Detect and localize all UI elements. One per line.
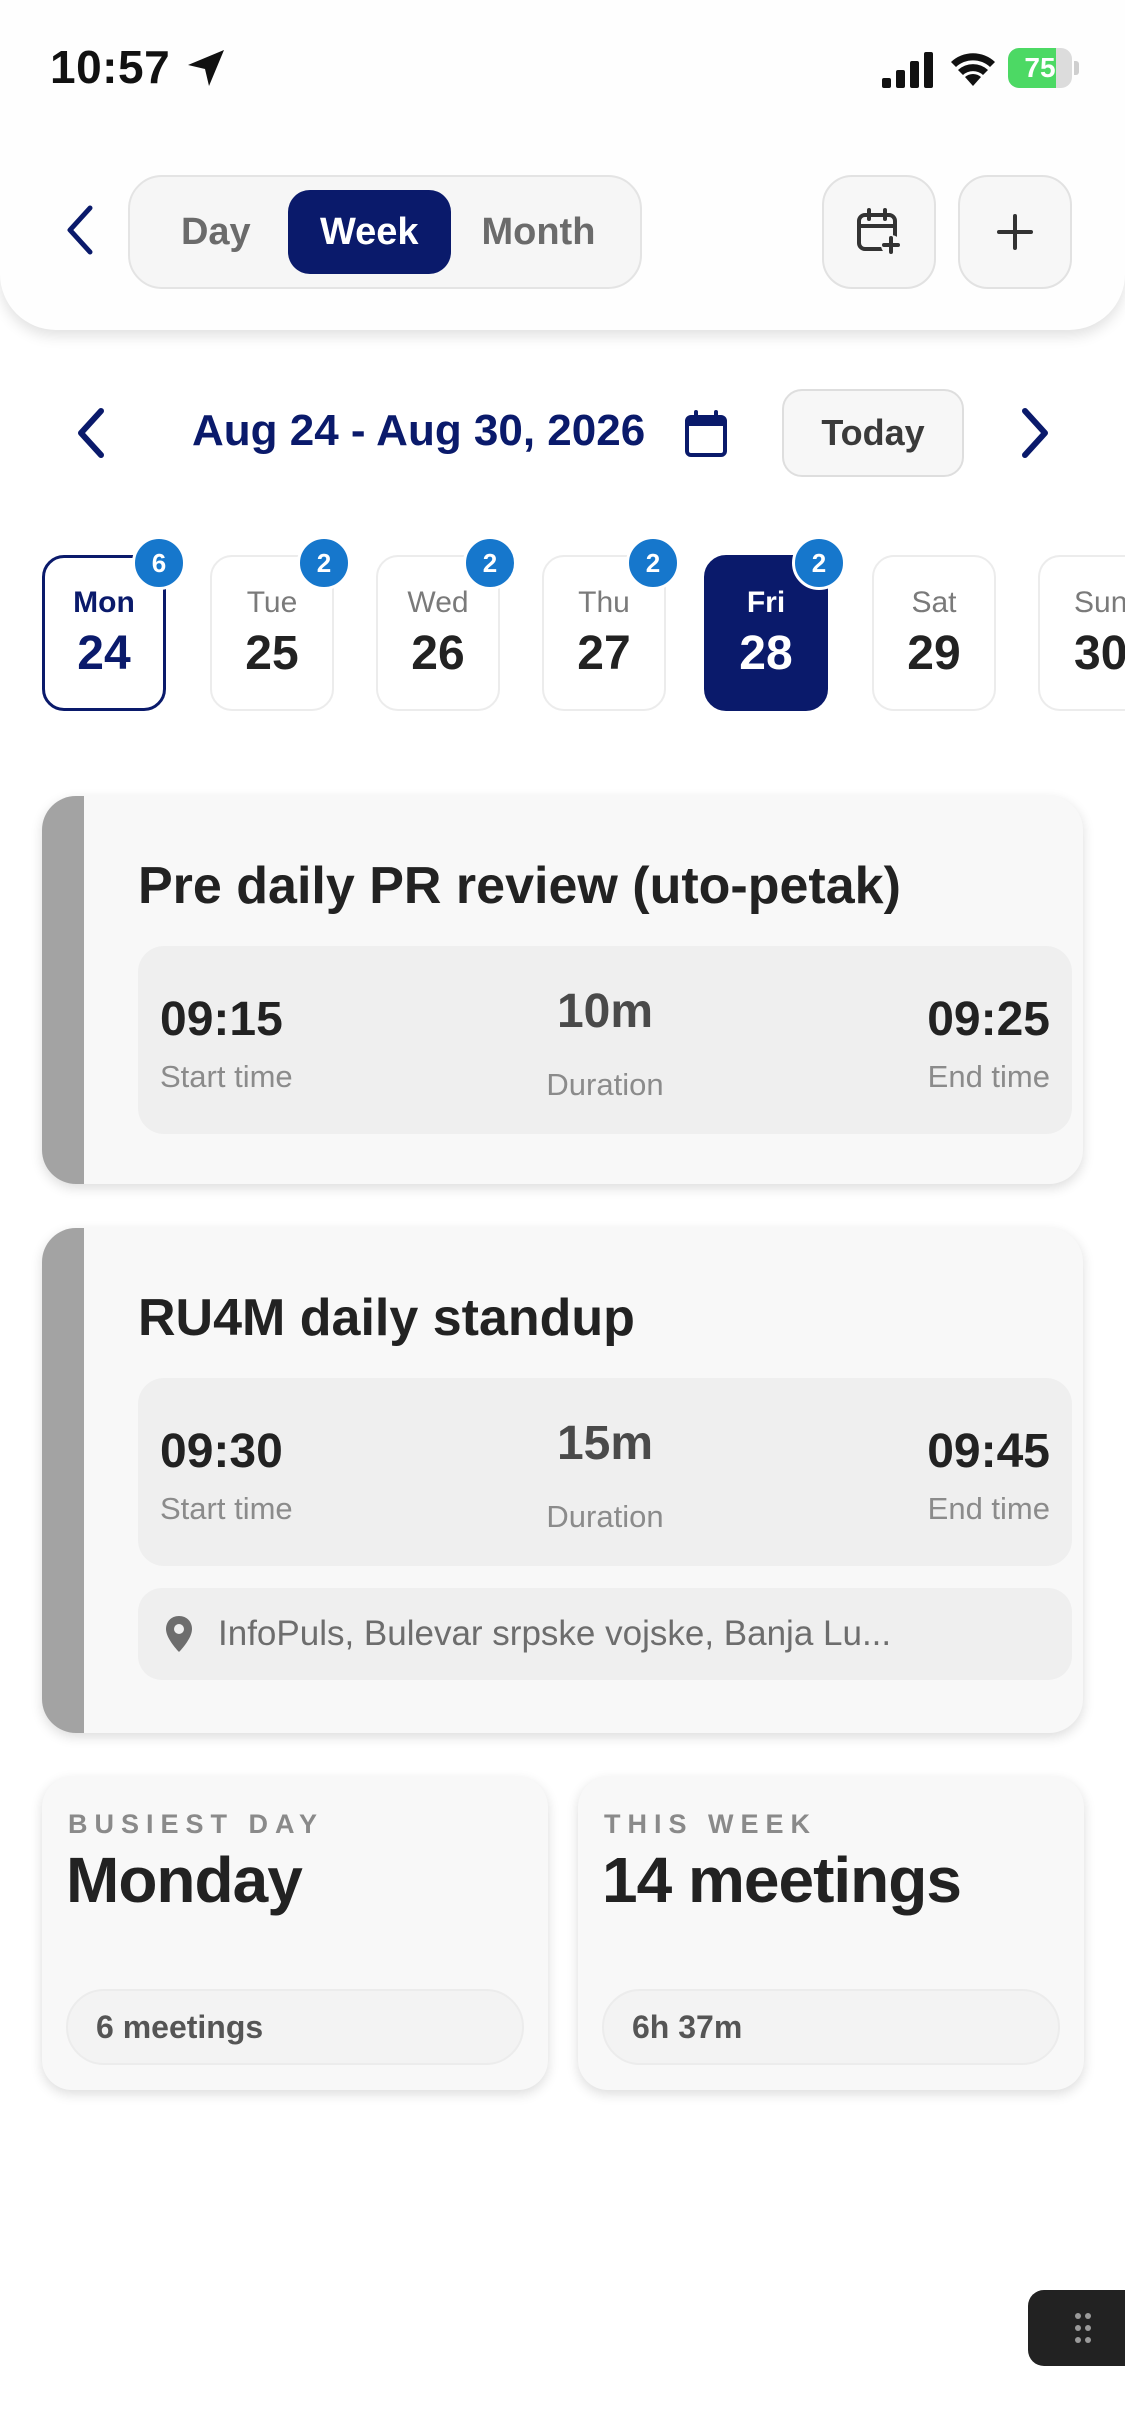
- meeting-count-badge: 2: [792, 536, 846, 590]
- day-chip-sat[interactable]: Sat 29: [872, 555, 996, 711]
- battery-charging-icon: 75: [1008, 48, 1080, 88]
- map-pin-icon: [166, 1616, 192, 1652]
- plus-icon: [997, 214, 1033, 250]
- previous-week-button[interactable]: [66, 400, 116, 466]
- day-name: Mon: [73, 585, 135, 619]
- day-name: Thu: [578, 585, 630, 619]
- calendar-icon[interactable]: [684, 410, 728, 458]
- day-name: Sun: [1074, 585, 1125, 619]
- event-time-box: 09:15 Start time 10m Duration 09:25 End …: [138, 946, 1072, 1134]
- day-name: Wed: [407, 585, 469, 619]
- end-time: 09:25: [927, 993, 1050, 1046]
- chevron-left-icon: [78, 408, 104, 458]
- end-time-label: End time: [927, 1491, 1050, 1526]
- next-week-button[interactable]: [1010, 400, 1060, 466]
- day-name: Fri: [746, 585, 786, 619]
- chevron-right-icon: [1022, 408, 1048, 458]
- calendar-add-icon: [857, 208, 901, 255]
- day-number: 30: [1074, 626, 1125, 680]
- drag-grip-icon: [1075, 2313, 1091, 2343]
- day-number: 26: [411, 626, 465, 680]
- stat-value: 14 meetings: [602, 1844, 962, 1916]
- stat-pill: 6h 37m: [602, 1989, 1060, 2065]
- meeting-count-badge: 2: [297, 536, 351, 590]
- meeting-count-badge: 2: [626, 536, 680, 590]
- event-color-bar: [42, 796, 84, 1184]
- floating-drag-handle[interactable]: [1028, 2290, 1125, 2366]
- add-to-calendar-button[interactable]: [822, 175, 936, 289]
- back-button[interactable]: [54, 200, 106, 260]
- stat-eyebrow: THIS WEEK: [604, 1809, 818, 1839]
- event-location[interactable]: InfoPuls, Bulevar srpske vojske, Banja L…: [138, 1588, 1072, 1680]
- event-title: Pre daily PR review (uto-petak): [138, 857, 901, 915]
- day-number: 25: [245, 626, 299, 680]
- end-time-label: End time: [927, 1059, 1050, 1094]
- add-meeting-button[interactable]: [958, 175, 1072, 289]
- today-button[interactable]: Today: [782, 389, 964, 477]
- location-arrow-icon: [184, 46, 228, 90]
- day-number: 29: [907, 626, 961, 680]
- event-card[interactable]: RU4M daily standup 09:30 Start time 15m …: [42, 1228, 1083, 1733]
- event-title: RU4M daily standup: [138, 1289, 635, 1347]
- cellular-signal-icon: [880, 50, 936, 90]
- location-text: InfoPuls, Bulevar srpske vojske, Banja L…: [218, 1614, 892, 1653]
- chevron-left-icon: [67, 205, 93, 255]
- day-name: Tue: [246, 585, 298, 619]
- status-time: 10:57: [50, 41, 171, 93]
- segment-month[interactable]: Month: [451, 190, 626, 274]
- meeting-count-badge: 2: [463, 536, 517, 590]
- event-card[interactable]: Pre daily PR review (uto-petak) 09:15 St…: [42, 796, 1083, 1184]
- battery-level: 75: [1024, 52, 1056, 83]
- event-time-box: 09:30 Start time 15m Duration 09:45 End …: [138, 1378, 1072, 1566]
- day-chip-sun[interactable]: Sun 30: [1038, 555, 1125, 711]
- this-week-card: THIS WEEK 14 meetings 6h 37m: [578, 1777, 1084, 2090]
- event-color-bar: [42, 1228, 84, 1733]
- end-time: 09:45: [927, 1425, 1050, 1478]
- day-number: 24: [77, 626, 131, 680]
- day-number: 27: [577, 626, 631, 680]
- stat-value: Monday: [66, 1844, 303, 1916]
- stat-eyebrow: BUSIEST DAY: [68, 1809, 325, 1839]
- week-range-label[interactable]: Aug 24 - Aug 30, 2026: [192, 406, 645, 456]
- meeting-count-badge: 6: [132, 536, 186, 590]
- view-mode-segmented-control: Day Week Month: [128, 175, 642, 289]
- busiest-day-card: BUSIEST DAY Monday 6 meetings: [42, 1777, 548, 2090]
- segment-week[interactable]: Week: [287, 190, 451, 274]
- day-name: Sat: [911, 585, 957, 619]
- stat-pill: 6 meetings: [66, 1989, 524, 2065]
- wifi-icon: [948, 46, 998, 88]
- day-number: 28: [739, 626, 793, 680]
- segment-day[interactable]: Day: [144, 190, 288, 274]
